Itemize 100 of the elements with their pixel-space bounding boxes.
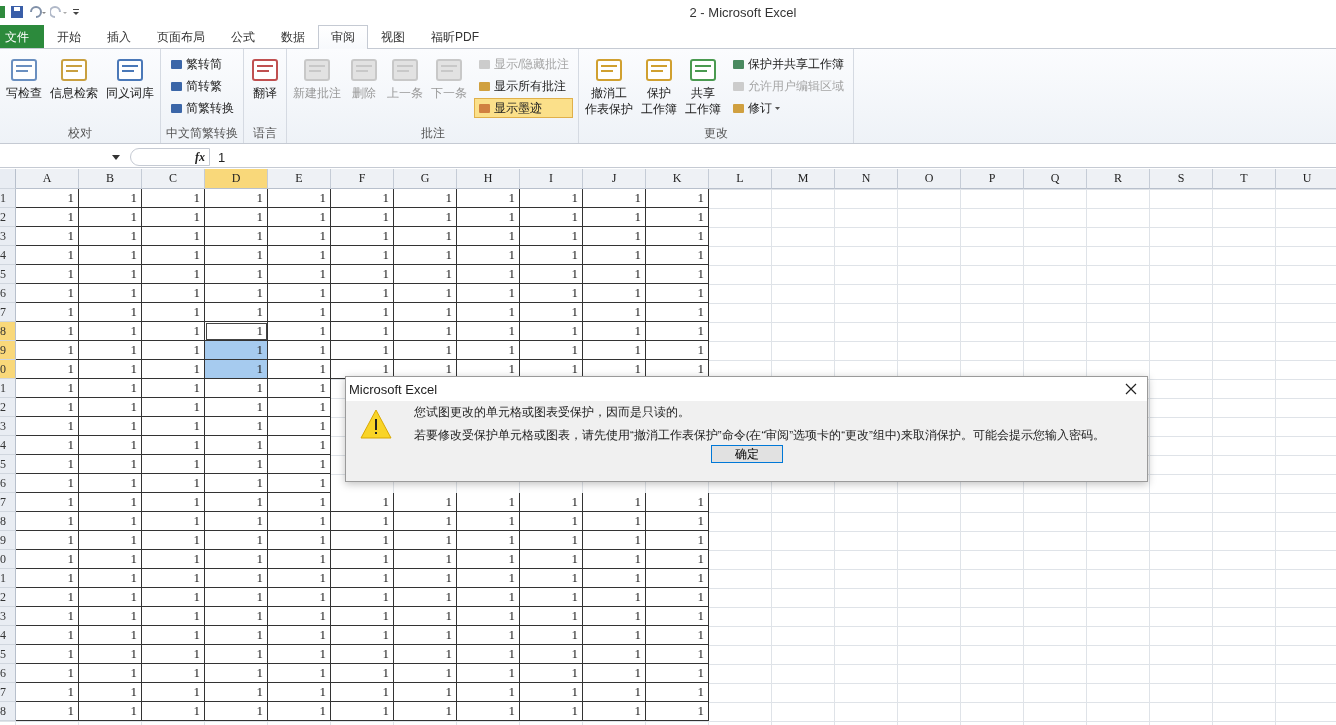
column-header[interactable]: A	[16, 169, 79, 189]
ribbon-button[interactable]: 信息检索	[47, 53, 101, 103]
row-header[interactable]: 6	[0, 664, 16, 683]
ribbon-button[interactable]: 显示墨迹	[474, 98, 574, 118]
column-header[interactable]: R	[1087, 169, 1150, 189]
table-cell: 1	[16, 512, 79, 531]
column-header[interactable]: I	[520, 169, 583, 189]
row-header[interactable]: 9	[0, 341, 16, 360]
ribbon-tab[interactable]: 公式	[218, 25, 268, 48]
ribbon-button[interactable]: 显示所有批注	[474, 76, 574, 96]
column-header[interactable]: Q	[1024, 169, 1087, 189]
column-header[interactable]: K	[646, 169, 709, 189]
dialog-message: 您试图更改的单元格或图表受保护，因而是只读的。	[414, 405, 691, 420]
dropdown-arrow-icon[interactable]	[112, 154, 120, 160]
row-header[interactable]: 2	[0, 398, 16, 417]
table-cell: 1	[79, 284, 142, 303]
row-header[interactable]: 5	[0, 265, 16, 284]
save-icon[interactable]	[10, 5, 24, 19]
row-header[interactable]: 4	[0, 626, 16, 645]
table-cell: 1	[268, 531, 331, 550]
ribbon-button[interactable]: 繁转简	[166, 54, 238, 74]
row-header[interactable]: 1	[0, 379, 16, 398]
column-header[interactable]: F	[331, 169, 394, 189]
file-tab[interactable]: 文件	[0, 25, 44, 48]
ribbon-tab[interactable]: 开始	[44, 25, 94, 48]
command-icon	[732, 101, 746, 115]
column-header[interactable]: D	[205, 169, 268, 189]
ribbon-button[interactable]: 同义词库	[103, 53, 157, 103]
row-header[interactable]: 8	[0, 512, 16, 531]
table-cell: 1	[16, 607, 79, 626]
column-header[interactable]: M	[772, 169, 835, 189]
row-header[interactable]: 7	[0, 303, 16, 322]
group-label: 校对	[67, 125, 93, 142]
table-cell: 1	[79, 341, 142, 360]
ribbon-tab[interactable]: 插入	[94, 25, 144, 48]
ribbon-tab[interactable]: 福昕PDF	[418, 25, 492, 48]
table-cell: 1	[394, 550, 457, 569]
table-cell: 1	[16, 531, 79, 550]
table-cell: 1	[646, 569, 709, 588]
ribbon-button[interactable]: 简转繁	[166, 76, 238, 96]
ribbon-button[interactable]: 写检查	[3, 53, 45, 103]
table-cell: 1	[79, 702, 142, 721]
insert-function-button[interactable]: fx	[195, 149, 205, 165]
row-header[interactable]: 7	[0, 683, 16, 702]
ribbon-button[interactable]: 翻译	[247, 53, 283, 103]
column-header[interactable]: S	[1150, 169, 1213, 189]
table-cell: 1	[268, 265, 331, 284]
formula-input[interactable]: 1	[210, 149, 1336, 165]
row-header[interactable]: 1	[0, 569, 16, 588]
row-header[interactable]: 6	[0, 284, 16, 303]
column-header[interactable]: H	[457, 169, 520, 189]
column-header[interactable]: N	[835, 169, 898, 189]
table-cell: 1	[268, 645, 331, 664]
column-header[interactable]: T	[1213, 169, 1276, 189]
row-header[interactable]: 7	[0, 493, 16, 512]
column-header[interactable]: J	[583, 169, 646, 189]
group-label: 语言	[252, 125, 278, 142]
row-header[interactable]: 1	[0, 189, 16, 208]
row-header[interactable]: 3	[0, 227, 16, 246]
row-header[interactable]: 8	[0, 702, 16, 721]
ribbon-tab[interactable]: 视图	[368, 25, 418, 48]
ribbon-button[interactable]: 简繁转换	[166, 98, 238, 118]
row-header[interactable]: 4	[0, 246, 16, 265]
table-cell: 1	[142, 417, 205, 436]
row-header[interactable]: 4	[0, 436, 16, 455]
row-header[interactable]: 9	[0, 531, 16, 550]
undo-icon[interactable]	[28, 5, 46, 19]
row-header[interactable]: 8	[0, 322, 16, 341]
row-header[interactable]: 2	[0, 208, 16, 227]
column-header[interactable]: B	[79, 169, 142, 189]
column-header[interactable]: P	[961, 169, 1024, 189]
ribbon-button[interactable]: 修订	[728, 98, 849, 118]
row-header[interactable]: 3	[0, 417, 16, 436]
table-cell: 1	[583, 493, 646, 512]
row-header[interactable]: 6	[0, 474, 16, 493]
row-header[interactable]: 3	[0, 607, 16, 626]
command-icon	[170, 57, 183, 71]
column-header[interactable]: C	[142, 169, 205, 189]
table-cell: 1	[457, 531, 520, 550]
column-header[interactable]: G	[394, 169, 457, 189]
column-header[interactable]: U	[1276, 169, 1336, 189]
ribbon-button[interactable]: 撤消工 作表保护	[582, 53, 637, 119]
table-cell: 1	[331, 569, 394, 588]
table-cell: 1	[205, 208, 268, 227]
ribbon-button[interactable]: 保护并共享工作簿	[728, 54, 849, 74]
row-header[interactable]: 0	[0, 360, 16, 379]
close-icon[interactable]	[1125, 383, 1137, 395]
column-header[interactable]: L	[709, 169, 772, 189]
row-header[interactable]: 0	[0, 550, 16, 569]
ribbon-button[interactable]: 保护 工作簿	[638, 53, 681, 119]
column-header[interactable]: E	[268, 169, 331, 189]
row-header[interactable]: 5	[0, 455, 16, 474]
ribbon-tab[interactable]: 数据	[268, 25, 318, 48]
row-header[interactable]: 5	[0, 645, 16, 664]
ok-button[interactable]: 确定	[710, 445, 783, 463]
ribbon-button[interactable]: 共享 工作簿	[682, 53, 725, 119]
ribbon-tab[interactable]: 页面布局	[144, 25, 218, 48]
column-header[interactable]: O	[898, 169, 961, 189]
ribbon-tab[interactable]: 审阅	[318, 25, 368, 49]
row-header[interactable]: 2	[0, 588, 16, 607]
